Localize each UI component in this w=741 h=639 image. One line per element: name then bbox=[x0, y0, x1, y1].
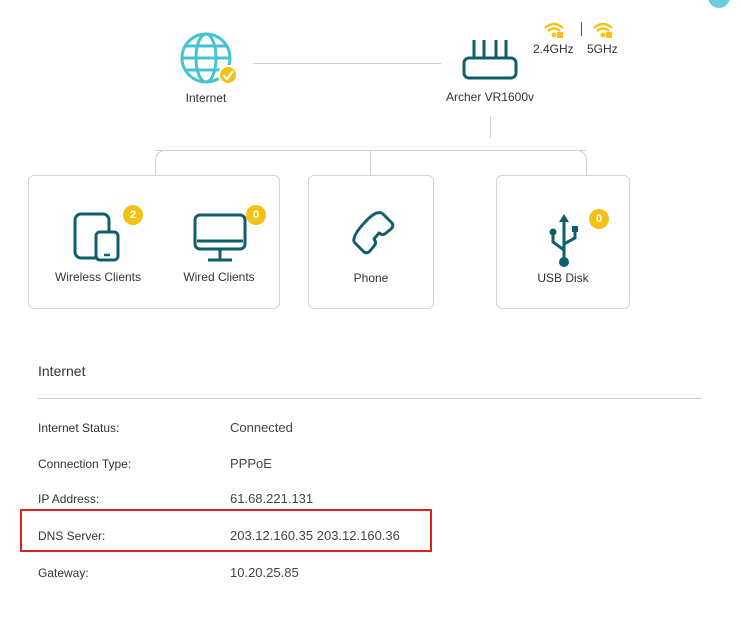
wifi-5ghz-icon[interactable] bbox=[592, 21, 614, 39]
globe-icon bbox=[180, 32, 238, 85]
tree-trunk bbox=[490, 116, 491, 138]
internet-status-label: Internet Status: bbox=[38, 421, 120, 435]
usb-disk-card[interactable]: 0 USB Disk bbox=[496, 175, 630, 309]
section-title: Internet bbox=[38, 363, 86, 379]
tree-branch-left bbox=[155, 150, 168, 177]
internet-label: Internet bbox=[185, 91, 227, 105]
wired-clients-item[interactable]: 0 Wired Clients bbox=[168, 200, 270, 300]
wireless-clients-count-badge: 2 bbox=[123, 205, 143, 225]
monitor-icon bbox=[193, 213, 247, 262]
band-24-label: 2.4GHz bbox=[533, 42, 574, 56]
gateway-value: 10.20.25.85 bbox=[230, 565, 299, 580]
router-label: Archer VR1600v bbox=[445, 90, 535, 104]
gateway-label: Gateway: bbox=[38, 566, 89, 580]
connection-type-label: Connection Type: bbox=[38, 457, 132, 471]
phone-label: Phone bbox=[353, 271, 389, 285]
dns-highlight-box bbox=[20, 509, 432, 552]
wired-clients-label: Wired Clients bbox=[183, 270, 255, 284]
wifi-24ghz-icon[interactable] bbox=[543, 21, 565, 39]
wireless-clients-label: Wireless Clients bbox=[54, 270, 141, 284]
usb-disk-label: USB Disk bbox=[537, 271, 589, 285]
wired-clients-count-badge: 0 bbox=[246, 205, 266, 225]
tree-branch-phone bbox=[370, 150, 371, 176]
connection-type-value: PPPoE bbox=[230, 456, 272, 471]
internet-status-value: Connected bbox=[230, 420, 293, 435]
usb-disk-count-badge: 0 bbox=[589, 209, 609, 229]
wireless-clients-item[interactable]: 2 Wireless Clients bbox=[40, 200, 156, 300]
usb-icon bbox=[549, 214, 578, 267]
phone-card[interactable]: Phone bbox=[308, 175, 434, 309]
tablet-phone-icon bbox=[73, 212, 120, 262]
band-5-label: 5GHz bbox=[587, 42, 618, 56]
wifi-separator bbox=[581, 22, 582, 36]
corner-indicator bbox=[708, 0, 730, 8]
connector-line bbox=[253, 63, 441, 64]
router-icon bbox=[462, 40, 518, 80]
phone-icon bbox=[352, 211, 395, 255]
tree-branch-right bbox=[574, 150, 587, 177]
ip-address-label: IP Address: bbox=[38, 492, 100, 506]
router-node[interactable] bbox=[458, 36, 522, 84]
section-divider bbox=[38, 398, 702, 399]
ip-address-value: 61.68.221.131 bbox=[230, 491, 314, 506]
